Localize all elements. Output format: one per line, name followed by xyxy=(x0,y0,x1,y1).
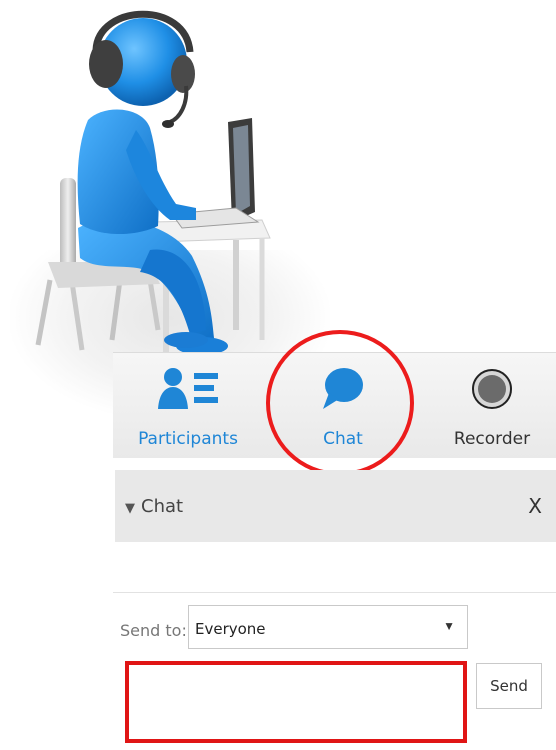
chat-panel-title: Chat xyxy=(141,496,184,517)
close-chat-button[interactable]: X xyxy=(528,494,542,518)
recorder-label: Recorder xyxy=(453,429,531,449)
message-input[interactable] xyxy=(125,661,467,743)
chat-send-area: Send to: Everyone ▼ Send xyxy=(113,592,556,750)
record-icon xyxy=(472,369,512,409)
participants-button[interactable]: Participants xyxy=(113,353,263,458)
send-button[interactable]: Send xyxy=(476,663,542,709)
recipient-select[interactable]: Everyone ▼ xyxy=(188,605,468,649)
recipient-value: Everyone xyxy=(195,620,266,638)
recorder-button[interactable]: Recorder xyxy=(428,353,556,458)
dropdown-arrow-icon: ▼ xyxy=(443,619,455,633)
chat-panel-header: ▼ Chat X xyxy=(115,470,556,542)
participants-label: Participants xyxy=(138,429,238,449)
chat-panel-title-toggle[interactable]: ▼ Chat xyxy=(125,496,183,517)
participants-icon xyxy=(158,368,218,409)
send-to-label: Send to: xyxy=(120,621,187,640)
chat-highlight-circle xyxy=(266,330,414,476)
collapse-triangle-icon: ▼ xyxy=(125,501,135,516)
